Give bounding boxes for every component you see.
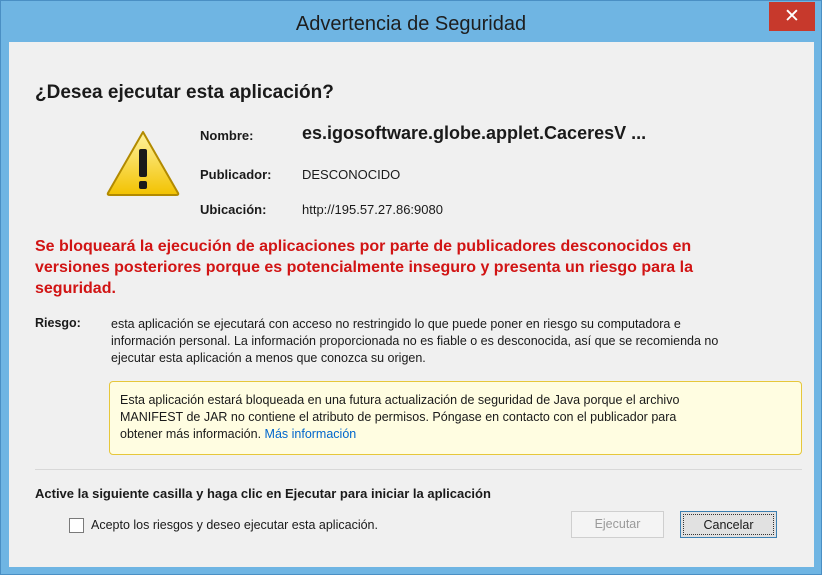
cancel-button[interactable]: Cancelar (680, 511, 777, 538)
risk-label: Riesgo: (35, 316, 81, 330)
risk-description: esta aplicación se ejecutará con acceso … (111, 316, 801, 367)
name-label: Nombre: (200, 128, 254, 143)
run-button-label: Ejecutar (594, 517, 641, 531)
location-value: http://195.57.27.86:9080 (302, 202, 443, 217)
dialog-body: ¿Desea ejecutar esta aplicación? Nombre:… (9, 42, 814, 567)
run-button[interactable]: Ejecutar (571, 511, 664, 538)
risk-line: información personal. La información pro… (111, 334, 719, 348)
more-info-link[interactable]: Más información (265, 427, 357, 441)
name-value: es.igosoftware.globe.applet.CaceresV ... (302, 123, 647, 143)
blocking-warning-text: Se bloqueará la ejecución de aplicacione… (35, 236, 795, 299)
location-label: Ubicación: (200, 202, 267, 217)
risk-line: ejecutar esta aplicación a menos que con… (111, 351, 426, 365)
blocking-warning-line: seguridad. (35, 280, 116, 297)
dialog-heading: ¿Desea ejecutar esta aplicación? (35, 82, 334, 103)
notice-line: Esta aplicación estará bloqueada en una … (120, 393, 680, 407)
blocking-warning-line: versiones posteriores porque es potencia… (35, 259, 693, 276)
publisher-value: DESCONOCIDO (302, 167, 401, 182)
security-warning-window: Advertencia de Seguridad ✕ ¿Desea ejecut… (0, 0, 822, 575)
window-title: Advertencia de Seguridad (295, 13, 527, 35)
warning-triangle-icon (106, 131, 180, 196)
cancel-button-label: Cancelar (683, 514, 774, 535)
risk-line: esta aplicación se ejecutará con acceso … (111, 317, 681, 331)
publisher-label: Publicador: (200, 167, 272, 182)
accept-risk-checkbox[interactable] (69, 518, 84, 533)
close-icon: ✕ (784, 5, 800, 27)
title-bar[interactable]: Advertencia de Seguridad ✕ (1, 1, 821, 42)
notice-line: MANIFEST de JAR no contiene el atributo … (120, 410, 677, 424)
notice-line: obtener más información. (120, 427, 262, 441)
blocking-warning-line: Se bloqueará la ejecución de aplicacione… (35, 238, 692, 255)
manifest-notice: Esta aplicación estará bloqueada en una … (109, 381, 802, 455)
activate-instruction: Active la siguiente casilla y haga clic … (35, 486, 491, 501)
divider (35, 469, 802, 470)
accept-risk-label[interactable]: Acepto los riesgos y deseo ejecutar esta… (91, 518, 378, 532)
close-button[interactable]: ✕ (769, 2, 815, 31)
